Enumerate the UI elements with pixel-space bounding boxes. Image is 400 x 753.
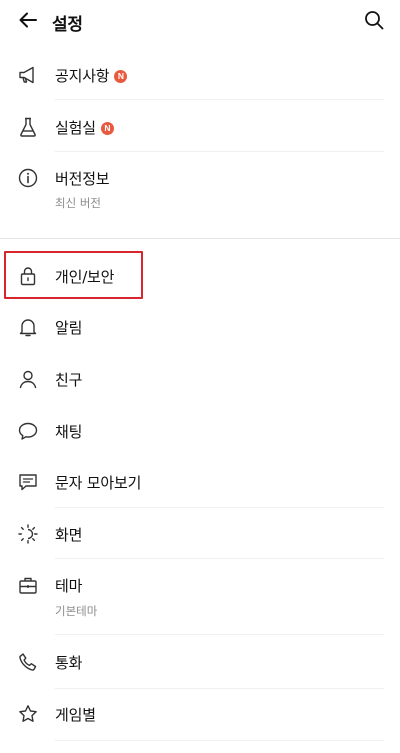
settings-item-theme[interactable]: 테마 기본테마	[0, 566, 400, 622]
new-badge: N	[114, 70, 128, 83]
settings-item-label: 실험실 N	[55, 117, 114, 138]
settings-item-label: 테마	[55, 577, 83, 595]
settings-item-subtext: 최신 버전	[55, 196, 101, 210]
arrow-left-icon	[18, 10, 38, 34]
megaphone-icon	[16, 63, 40, 87]
brightness-icon	[16, 522, 40, 546]
selection-highlight	[4, 251, 143, 299]
new-badge: N	[100, 122, 114, 135]
flask-icon	[16, 115, 40, 139]
page-title: 설정	[52, 15, 83, 35]
settings-item-subtext: 기본테마	[55, 604, 98, 618]
info-icon	[16, 166, 40, 190]
search-icon	[364, 10, 384, 34]
settings-item-label: 공지사항 N	[55, 65, 128, 86]
divider	[55, 558, 384, 559]
divider	[55, 688, 384, 689]
chat-bubble-icon	[16, 419, 40, 443]
search-button[interactable]	[360, 8, 388, 36]
settings-item-label: 알림	[55, 319, 83, 337]
theme-icon	[16, 573, 40, 597]
settings-item-version[interactable]: 버전정보 최신 버전	[0, 160, 400, 216]
settings-item-alarm[interactable]: 알림	[0, 308, 400, 348]
divider	[55, 634, 384, 635]
divider	[55, 151, 384, 152]
settings-item-sms[interactable]: 문자 모아보기	[0, 463, 400, 503]
phone-icon	[16, 650, 40, 674]
divider	[55, 507, 384, 508]
bell-icon	[16, 315, 40, 339]
person-icon	[16, 367, 40, 391]
settings-item-screen[interactable]: 화면	[0, 515, 400, 555]
back-button[interactable]	[14, 8, 42, 36]
divider	[55, 740, 384, 741]
settings-item-game[interactable]: 게임별	[0, 695, 400, 735]
settings-item-chat[interactable]: 채팅	[0, 412, 400, 452]
settings-item-label: 친구	[55, 371, 83, 389]
settings-item-notice[interactable]: 공지사항 N	[0, 56, 400, 96]
divider	[55, 99, 384, 100]
settings-item-lab[interactable]: 실험실 N	[0, 108, 400, 148]
settings-item-label: 통화	[55, 654, 83, 672]
message-icon	[16, 470, 40, 494]
settings-item-friends[interactable]: 친구	[0, 360, 400, 400]
settings-item-label: 화면	[55, 526, 83, 544]
settings-item-label: 채팅	[55, 423, 83, 441]
settings-item-label: 버전정보	[55, 170, 110, 188]
settings-item-call[interactable]: 통화	[0, 643, 400, 683]
settings-item-label: 게임별	[55, 706, 96, 724]
section-divider	[0, 238, 400, 239]
star-icon	[16, 702, 40, 726]
app-header: 설정	[0, 0, 400, 44]
settings-item-label: 문자 모아보기	[55, 474, 142, 492]
